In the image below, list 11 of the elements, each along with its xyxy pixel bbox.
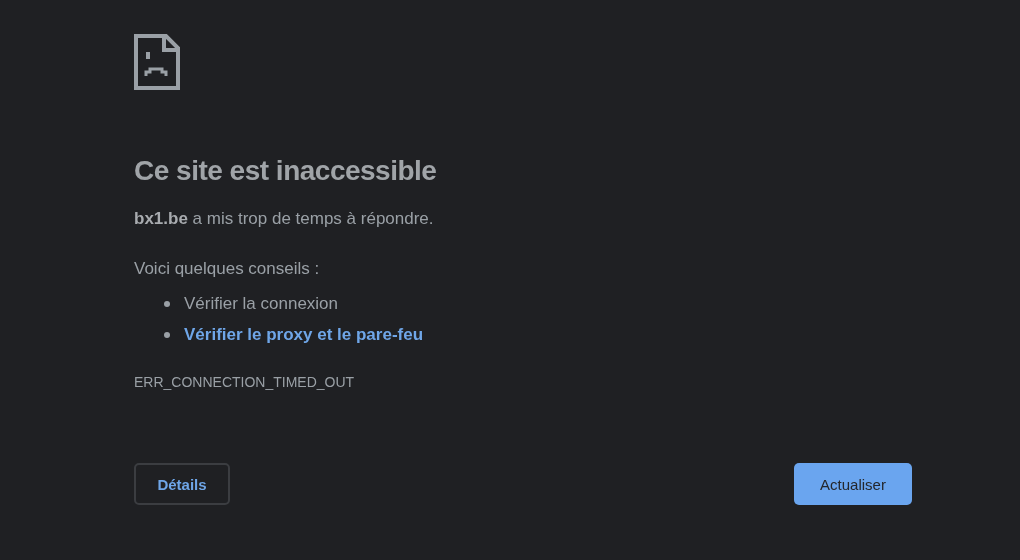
error-message: bx1.be a mis trop de temps à répondre. — [134, 208, 435, 230]
tip-link[interactable]: Vérifier le proxy et le pare-feu — [184, 324, 424, 345]
tip-text: Vérifier la connexion — [184, 293, 339, 314]
reload-button[interactable]: Actualiser — [794, 463, 912, 505]
sad-page-icon — [134, 34, 180, 90]
tips-intro: Voici quelques conseils : — [134, 258, 321, 280]
error-code: ERR_CONNECTION_TIMED_OUT — [134, 374, 356, 390]
bullet-icon — [164, 331, 170, 338]
details-button[interactable]: Détails — [134, 463, 230, 505]
error-heading: Ce site est inaccessible — [134, 154, 438, 188]
bullet-icon — [164, 300, 170, 307]
